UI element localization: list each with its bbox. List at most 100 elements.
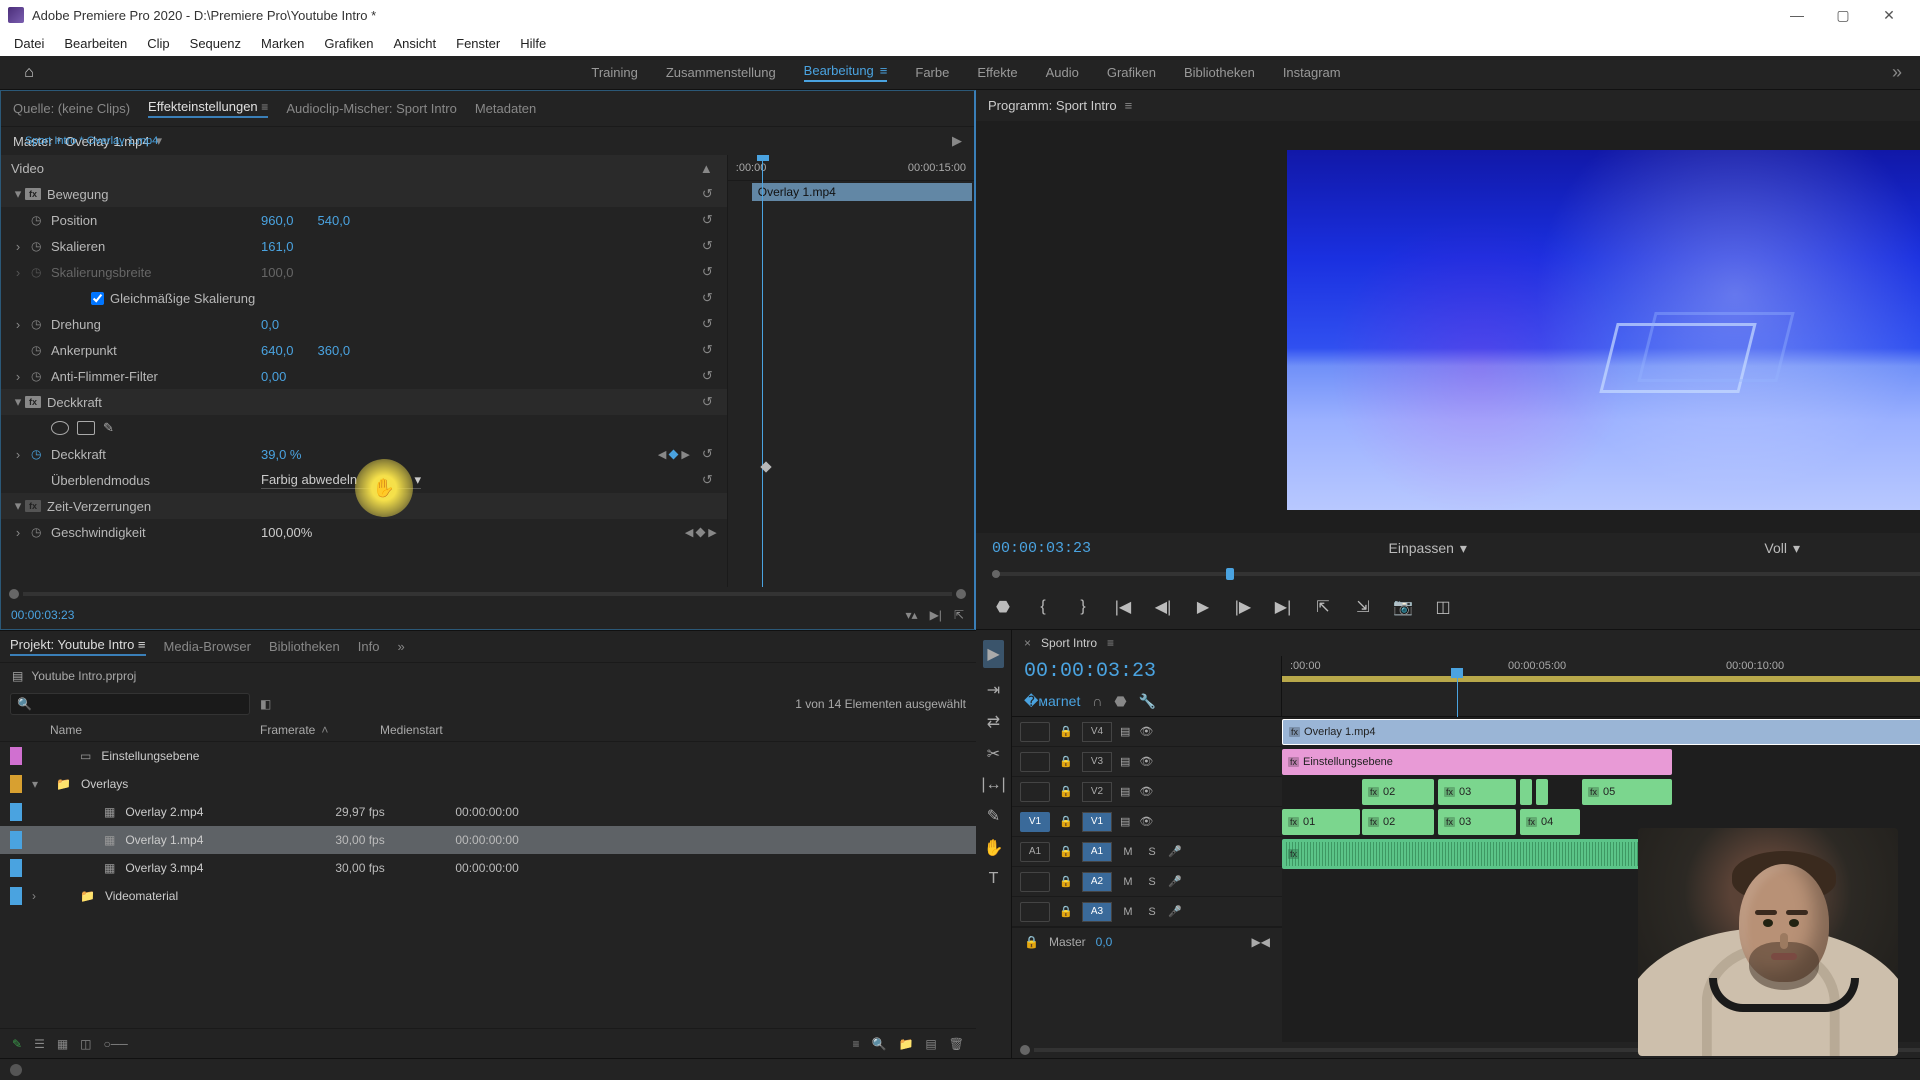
snapshot-icon[interactable]: 📷 (1390, 597, 1416, 617)
filter-bin-icon[interactable]: ◧ (260, 697, 271, 711)
menu-sequenz[interactable]: Sequenz (180, 33, 251, 54)
track-head-v2[interactable]: 🔒V2▤👁 (1012, 777, 1282, 807)
clip-v2-05[interactable]: fx05 (1582, 779, 1672, 805)
sequence-name[interactable]: Sport Intro (1041, 636, 1097, 650)
zoom-fit-select[interactable]: Einpassen ▾ (1389, 540, 1467, 557)
menu-ansicht[interactable]: Ansicht (383, 33, 446, 54)
ws-grafiken[interactable]: Grafiken (1107, 63, 1156, 82)
clip-adj-layer[interactable]: fxEinstellungsebene (1282, 749, 1672, 775)
step-fwd-icon[interactable]: |▶ (1230, 597, 1256, 617)
tab-libraries[interactable]: Bibliotheken (269, 639, 340, 654)
work-area-bar[interactable] (1282, 676, 1920, 682)
tab-effect-controls[interactable]: Effekteinstellungen ≡ (148, 99, 268, 118)
settings-icon[interactable]: 🔧 (1139, 693, 1156, 710)
close-sequence-icon[interactable]: × (1024, 636, 1031, 650)
clip-v2-03[interactable]: fx03 (1438, 779, 1516, 805)
track-head-a2[interactable]: 🔒A2MS🎤 (1012, 867, 1282, 897)
go-to-out-icon[interactable]: ▶| (1270, 597, 1296, 617)
clip-v1-02[interactable]: fx02 (1362, 809, 1434, 835)
compare-icon[interactable]: ◫ (1430, 597, 1456, 617)
pen-mask-icon[interactable]: ✎ (103, 420, 114, 436)
program-timecode[interactable]: 00:00:03:23 (992, 540, 1091, 557)
freeform-view-icon[interactable]: ◫ (80, 1037, 91, 1051)
ws-training[interactable]: Training (591, 63, 637, 82)
ws-audio[interactable]: Audio (1046, 63, 1079, 82)
blend-mode-select[interactable]: Farbig abwedeln▾ (261, 472, 421, 489)
lift-icon[interactable]: ⇱ (1310, 597, 1336, 617)
tab-audio-mixer[interactable]: Audioclip-Mischer: Sport Intro (286, 101, 457, 116)
extract-icon[interactable]: ⇲ (1350, 597, 1376, 617)
clip-overlay1[interactable]: fxOverlay 1.mp4 (1282, 719, 1920, 745)
step-back-icon[interactable]: ◀| (1150, 597, 1176, 617)
stopwatch-icon[interactable]: ◷ (31, 213, 51, 227)
track-select-tool-icon[interactable]: ⇥ (987, 680, 1000, 700)
effect-timecode[interactable]: 00:00:03:23 (11, 608, 74, 622)
pencil-icon[interactable]: ✎ (12, 1037, 22, 1051)
tab-project[interactable]: Projekt: Youtube Intro ≡ (10, 637, 146, 656)
opacity-value[interactable]: 39,0 % (261, 447, 301, 462)
scroll-track[interactable] (23, 592, 952, 596)
list-item[interactable]: ▦ Overlay 3.mp4 30,00 fps 00:00:00:00 (0, 854, 976, 882)
razor-tool-icon[interactable]: ✂ (987, 744, 1000, 764)
marker-icon[interactable]: ⬣ (990, 597, 1016, 617)
tab-info[interactable]: Info (358, 639, 380, 654)
clip-v2-02[interactable]: fx02 (1362, 779, 1434, 805)
tab-metadata[interactable]: Metadaten (475, 101, 536, 116)
col-mediastart[interactable]: Medienstart (380, 723, 520, 737)
track-head-a3[interactable]: 🔒A3MS🎤 (1012, 897, 1282, 927)
ws-bibliotheken[interactable]: Bibliotheken (1184, 63, 1255, 82)
list-item[interactable]: ▭ Einstellungsebene (0, 742, 976, 770)
list-item[interactable]: ▾ 📁 Overlays (0, 770, 976, 798)
timeline-timecode[interactable]: 00:00:03:23 (1012, 656, 1281, 691)
workspace-overflow-icon[interactable]: » (1892, 62, 1902, 83)
col-name[interactable]: Name (50, 723, 260, 737)
kf-playhead[interactable] (762, 155, 772, 587)
ellipse-mask-icon[interactable] (51, 421, 69, 435)
step-icon[interactable]: ▶| (930, 608, 942, 622)
track-head-v4[interactable]: 🔒V4▤👁 (1012, 717, 1282, 747)
zoom-slider[interactable]: ○── (104, 1037, 128, 1051)
ws-effekte[interactable]: Effekte (977, 63, 1017, 82)
uniform-scale-checkbox[interactable] (91, 292, 104, 305)
track-head-a1[interactable]: A1🔒A1MS🎤 (1012, 837, 1282, 867)
sequence-clip-label[interactable]: Sport Intro * Overlay 1.mp4 (19, 128, 164, 154)
icon-view-icon[interactable]: ▦ (57, 1037, 68, 1051)
auto-sequence-icon[interactable]: ≡ (853, 1037, 860, 1051)
go-to-in-icon[interactable]: |◀ (1110, 597, 1136, 617)
list-item[interactable]: ▦ Overlay 1.mp4 30,00 fps 00:00:00:00 (0, 826, 976, 854)
ws-farbe[interactable]: Farbe (915, 63, 949, 82)
selection-tool-icon[interactable]: ▶ (983, 640, 1003, 668)
list-view-icon[interactable]: ☰ (34, 1037, 45, 1051)
list-item[interactable]: › 📁 Videomaterial (0, 882, 976, 910)
ripple-tool-icon[interactable]: ⇄ (987, 712, 1000, 732)
motion-section[interactable]: ▾fx Bewegung ↺ (1, 181, 727, 207)
close-button[interactable]: ✕ (1866, 0, 1912, 30)
rect-mask-icon[interactable] (77, 421, 95, 435)
snap-icon[interactable]: �магnet (1024, 693, 1080, 710)
play-effect-icon[interactable]: ▶ (952, 133, 962, 149)
menu-datei[interactable]: Datei (4, 33, 54, 54)
track-head-v1[interactable]: V1🔒V1▤👁 (1012, 807, 1282, 837)
marker-icon[interactable]: ⬣ (1114, 693, 1126, 710)
ws-bearbeitung[interactable]: Bearbeitung ≡ (804, 63, 888, 82)
menu-grafiken[interactable]: Grafiken (314, 33, 383, 54)
hand-tool-icon[interactable]: ✋ (984, 838, 1004, 858)
scroll-handle[interactable] (956, 589, 966, 599)
keyframe-timeline[interactable]: :00:00 00:00:15:00 Overlay 1.mp4 (727, 155, 974, 587)
list-item[interactable]: ▦ Overlay 2.mp4 29,97 fps 00:00:00:00 (0, 798, 976, 826)
export-icon[interactable]: ⇱ (954, 608, 964, 622)
timeline-ruler[interactable]: :00:00 00:00:05:00 00:00:10:00 00:00:15:… (1282, 656, 1920, 712)
tab-source[interactable]: Quelle: (keine Clips) (13, 101, 130, 116)
scroll-handle[interactable] (9, 589, 19, 599)
ws-instagram[interactable]: Instagram (1283, 63, 1341, 82)
clip-v1-03[interactable]: fx03 (1438, 809, 1516, 835)
master-track[interactable]: 🔒Master0,0 ▶◀ (1012, 927, 1282, 955)
link-icon[interactable]: ∩ (1092, 693, 1102, 710)
in-point-icon[interactable]: { (1030, 598, 1056, 616)
menu-marken[interactable]: Marken (251, 33, 314, 54)
ws-zusammenstellung[interactable]: Zusammenstellung (666, 63, 776, 82)
opacity-section[interactable]: ▾fx Deckkraft ↺ (1, 389, 727, 415)
menu-bearbeiten[interactable]: Bearbeiten (54, 33, 137, 54)
clip-v2-gap2[interactable] (1536, 779, 1548, 805)
menu-fenster[interactable]: Fenster (446, 33, 510, 54)
